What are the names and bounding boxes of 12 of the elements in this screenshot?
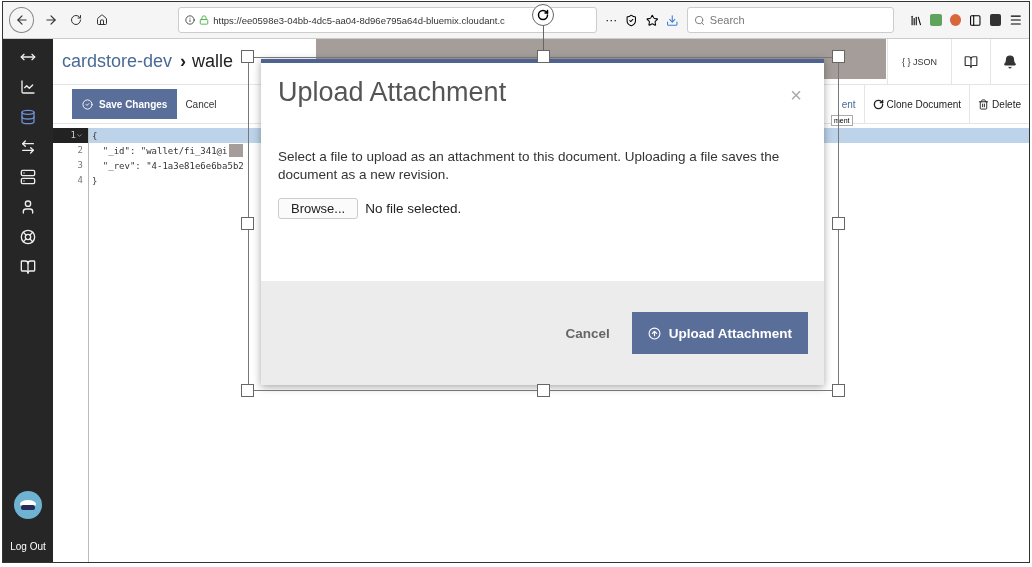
dialog-title: Upload Attachment — [278, 77, 507, 108]
file-status: No file selected. — [365, 201, 462, 216]
url-text: https://ee0598e3-04bb-4dc5-aa04-8d96e795a64d-bluemix.cloudant.c — [213, 14, 505, 26]
search-placeholder: Search — [709, 14, 745, 26]
code-line: "_rev": "4-1a3e81e6e6ba5b2 — [101, 160, 244, 171]
code-line: { — [92, 130, 98, 141]
breadcrumb-current: walle — [192, 51, 234, 72]
code-line: "_id": "wallet/fi_341@i — [101, 145, 228, 156]
code-line: } — [92, 175, 98, 186]
dialog-description: Select a file to upload as an attachment to this document. Uploading a file saves the document as a new revision. — [278, 148, 781, 184]
breadcrumb-separator: › — [180, 51, 187, 72]
line-number: 1 — [53, 128, 89, 143]
